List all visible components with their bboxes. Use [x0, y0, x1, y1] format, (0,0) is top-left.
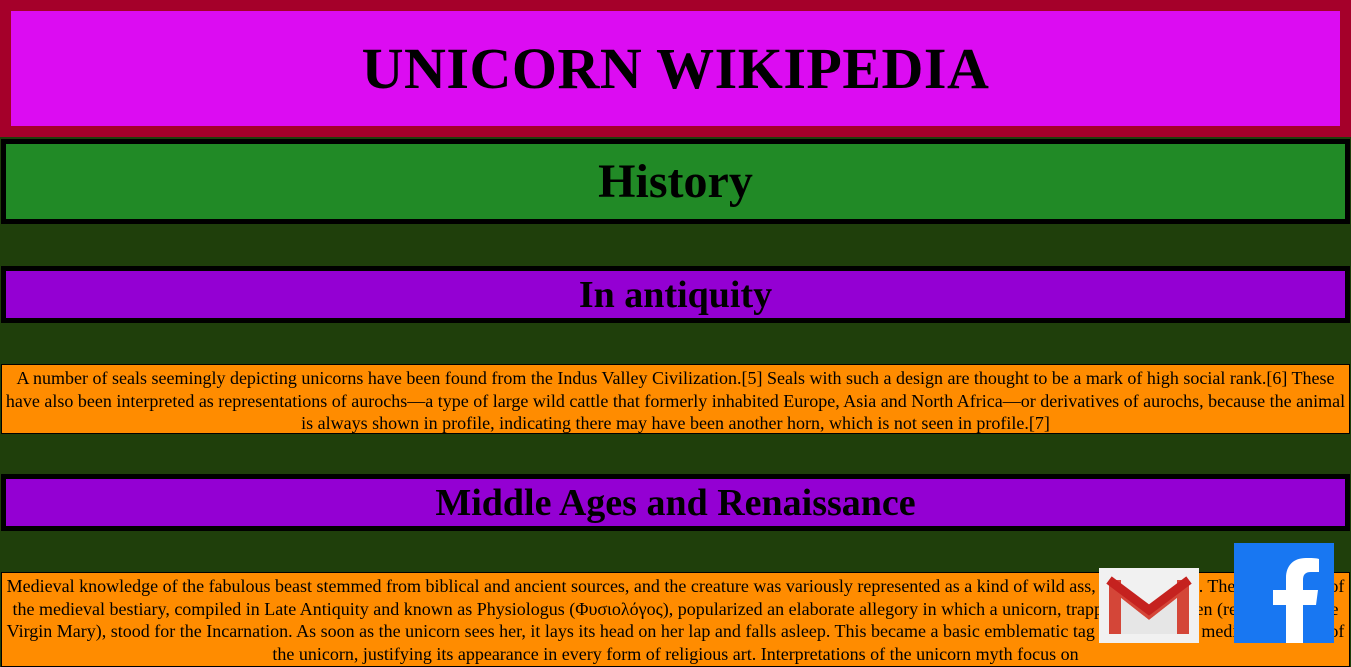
section-heading-text: Middle Ages and Renaissance [435, 481, 916, 524]
history-banner: History [1, 139, 1350, 224]
page-title: UNICORN WIKIPEDIA [361, 36, 990, 101]
section-paragraph-antiquity: A number of seals seemingly depicting un… [1, 364, 1350, 434]
section-heading-antiquity: In antiquity [1, 266, 1350, 323]
title-inner: UNICORN WIKIPEDIA [7, 7, 1344, 130]
section-heading-middle-ages: Middle Ages and Renaissance [1, 474, 1350, 531]
gmail-icon[interactable] [1099, 568, 1199, 643]
facebook-icon[interactable] [1234, 543, 1334, 643]
history-heading: History [598, 155, 753, 208]
title-banner: UNICORN WIKIPEDIA [0, 0, 1351, 137]
section-heading-text: In antiquity [578, 273, 773, 316]
facebook-icon-graphic [1234, 543, 1334, 643]
gmail-icon-graphic [1099, 568, 1199, 643]
